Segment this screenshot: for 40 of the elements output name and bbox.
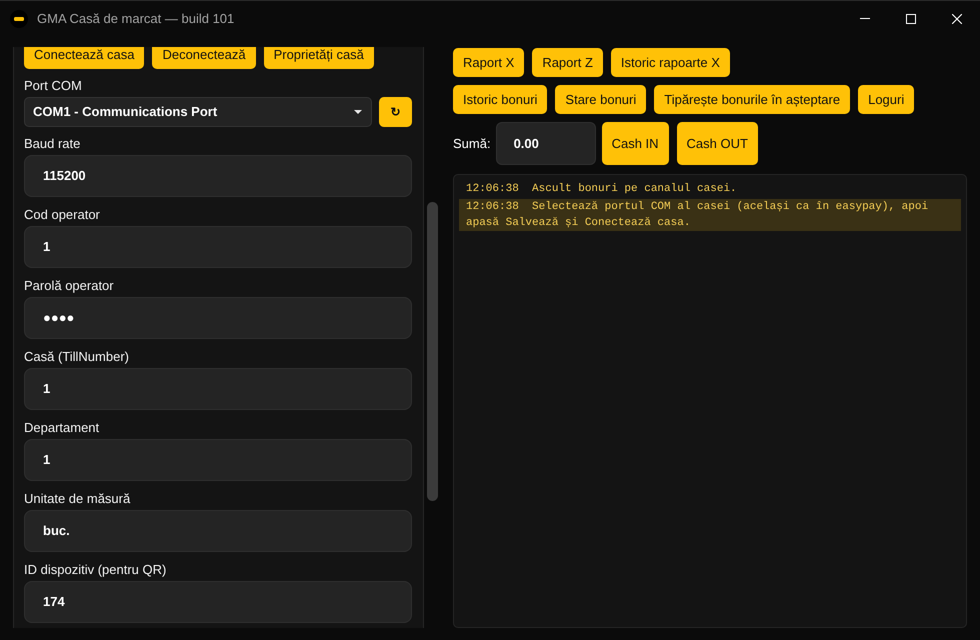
field-label: Cod operator <box>24 207 100 223</box>
input-field[interactable]: buc. <box>24 510 412 552</box>
dropdown-caret-icon <box>354 110 362 114</box>
report-button[interactable]: Istoric rapoarte X <box>610 48 730 77</box>
connection-button[interactable]: Deconectează <box>152 47 256 69</box>
report-button[interactable]: Raport X <box>453 48 524 77</box>
refresh-button[interactable]: ↻ <box>379 97 412 127</box>
input-field[interactable]: 1 <box>24 226 412 268</box>
maximize-icon <box>906 14 916 24</box>
field-label: Unitate de măsură <box>24 491 130 507</box>
report-button[interactable]: Loguri <box>858 85 914 114</box>
input-field[interactable]: 174 <box>24 581 412 623</box>
input-field[interactable]: 115200 <box>24 155 412 197</box>
connection-button[interactable]: Proprietăți casă <box>264 47 374 69</box>
connection-button[interactable]: Conectează casa <box>24 47 144 69</box>
log-entry-highlighted: 12:06:38 Selectează portul COM al casei (același ca în easypay), apoi apasă Salvează și Conectează casa. <box>459 199 961 231</box>
field-label: Baud rate <box>24 136 80 152</box>
minimize-icon <box>860 18 870 19</box>
amount-label: Sumă: <box>453 134 491 153</box>
port-dropdown[interactable]: COM1 - Communications Port <box>24 97 372 127</box>
report-button[interactable]: Stare bonuri <box>555 85 646 114</box>
scrollbar-thumb[interactable] <box>426 202 438 501</box>
field-label: Casă (TillNumber) <box>24 349 129 365</box>
cash-button[interactable]: Cash IN <box>602 122 669 165</box>
input-field[interactable]: 1 <box>24 368 412 410</box>
field-label: Port COM <box>24 78 82 94</box>
field-label: Departament <box>24 420 100 436</box>
log-entry: 12:06:38 Ascult bonuri pe canalul casei. <box>465 182 738 197</box>
report-button[interactable]: Tipărește bonurile în așteptare <box>654 85 850 114</box>
window-title: GMA Casă de marcat — build 101 <box>37 10 234 28</box>
report-button[interactable]: Istoric bonuri <box>453 85 548 114</box>
cash-button[interactable]: Cash OUT <box>676 122 758 165</box>
logo-icon <box>10 10 28 28</box>
field-label: Parolă operator <box>24 278 114 294</box>
field-label: ID dispozitiv (pentru QR) <box>24 562 166 578</box>
input-field[interactable]: ●●●● <box>24 297 412 339</box>
input-field[interactable]: 1 <box>24 439 412 481</box>
amount-field[interactable]: 0.00 <box>496 122 596 165</box>
close-icon <box>952 14 962 24</box>
report-button[interactable]: Raport Z <box>532 48 603 77</box>
